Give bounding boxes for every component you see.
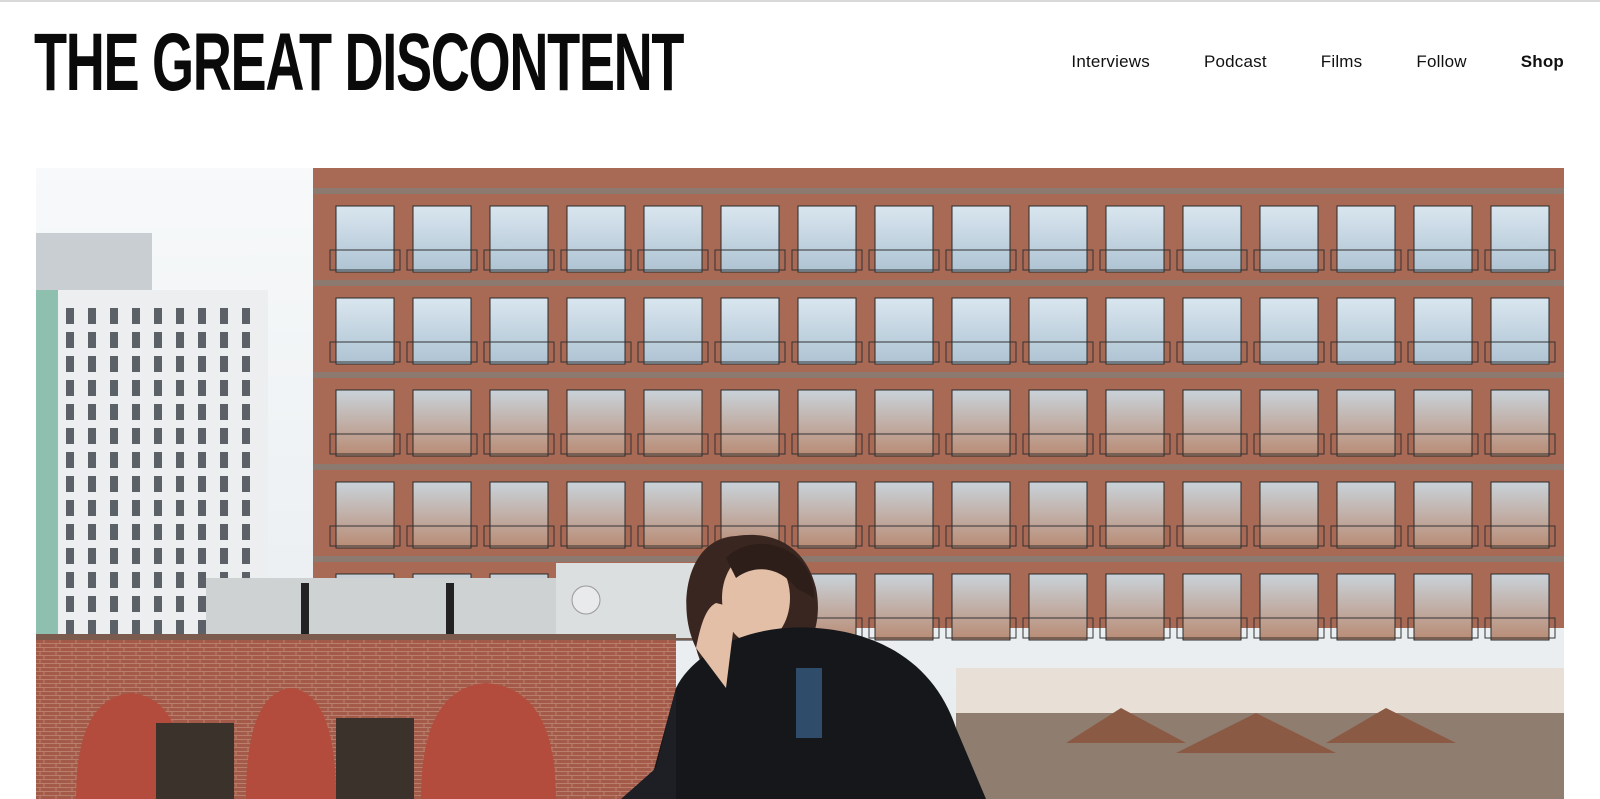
nav-link-follow[interactable]: Follow bbox=[1416, 52, 1466, 72]
nav-link-films[interactable]: Films bbox=[1321, 52, 1363, 72]
nav-link-podcast[interactable]: Podcast bbox=[1204, 52, 1267, 72]
site-logo[interactable]: THE GREAT DISCONTENT bbox=[34, 22, 684, 104]
brick-wall bbox=[36, 634, 676, 799]
nav-link-interviews[interactable]: Interviews bbox=[1071, 52, 1150, 72]
main-building bbox=[313, 168, 1564, 641]
main-nav: Interviews Podcast Films Follow Shop bbox=[1017, 50, 1564, 74]
hero-photo bbox=[36, 168, 1564, 799]
top-border bbox=[0, 0, 1600, 2]
nav-link-shop[interactable]: Shop bbox=[1521, 52, 1564, 72]
hero-image[interactable] bbox=[36, 168, 1564, 799]
lower-roof bbox=[956, 668, 1564, 799]
